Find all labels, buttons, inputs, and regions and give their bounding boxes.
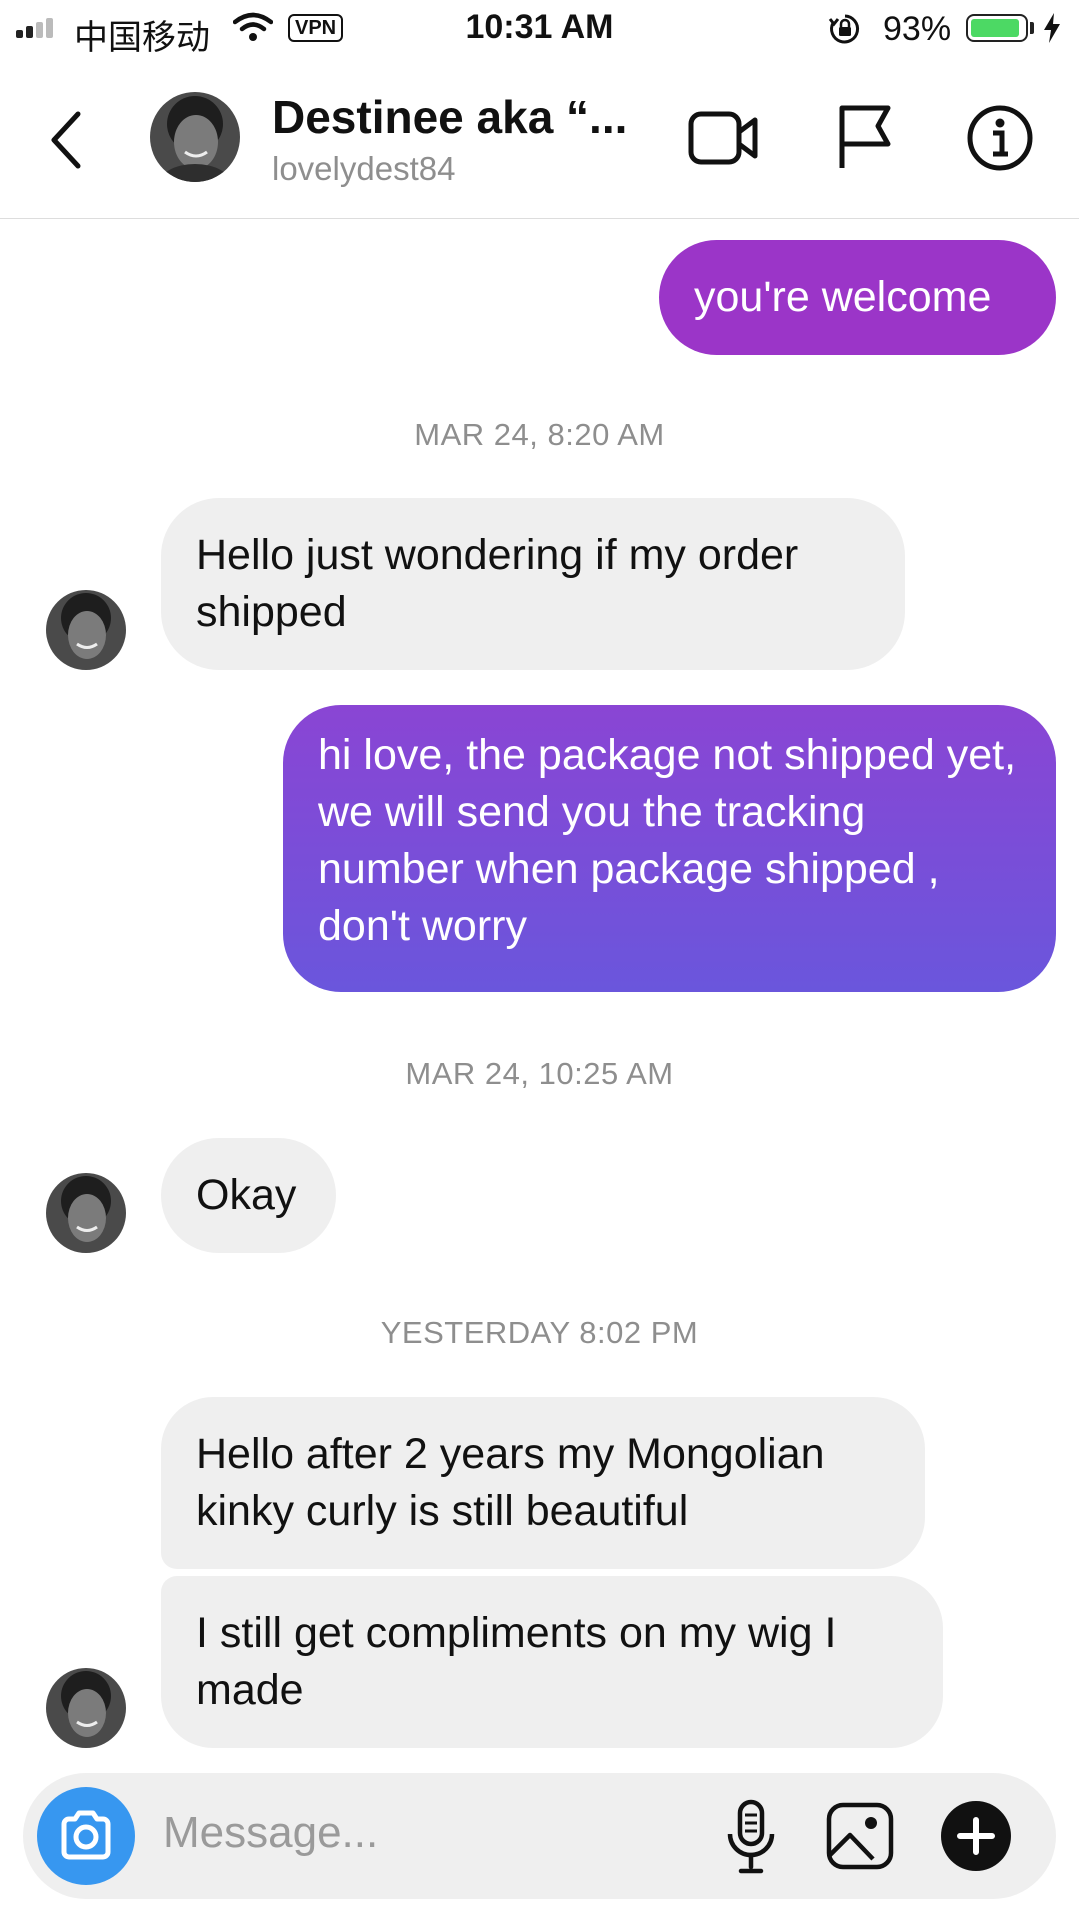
flag-icon[interactable] (836, 104, 896, 170)
outgoing-message[interactable]: you're welcome (659, 240, 1056, 355)
plus-icon (957, 1817, 995, 1855)
timestamp: YESTERDAY 8:02 PM (380, 1315, 699, 1350)
status-bar: 中国移动 VPN 10:31 AM 93% (0, 0, 1079, 58)
battery-tip (1030, 22, 1034, 34)
incoming-message[interactable]: Hello after 2 years my Mongolian kinky c… (161, 1397, 925, 1569)
sender-avatar[interactable] (46, 1668, 126, 1748)
contact-username[interactable]: lovelydest84 (272, 150, 455, 188)
incoming-message[interactable]: Okay (161, 1138, 336, 1253)
battery-icon (966, 14, 1028, 42)
microphone-icon[interactable] (725, 1799, 777, 1875)
message-input[interactable]: Message... (163, 1808, 378, 1858)
info-icon[interactable] (966, 104, 1034, 172)
battery-percentage: 93% (883, 10, 952, 48)
back-icon[interactable] (48, 110, 84, 170)
incoming-message[interactable]: Hello just wondering if my order shipped (161, 498, 905, 670)
message-composer[interactable]: Message... (23, 1773, 1056, 1899)
contact-avatar[interactable] (150, 92, 240, 182)
sender-avatar[interactable] (46, 590, 126, 670)
timestamp: MAR 24, 10:25 AM (405, 1056, 674, 1091)
rotation-lock-icon (828, 14, 860, 44)
camera-button[interactable] (37, 1787, 135, 1885)
gallery-icon[interactable] (825, 1801, 895, 1871)
charging-bolt-icon (1044, 13, 1060, 43)
plus-button[interactable] (941, 1801, 1011, 1871)
incoming-message[interactable]: I still get compliments on my wig I made (161, 1576, 943, 1748)
timestamp: MAR 24, 8:20 AM (414, 417, 665, 452)
chat-header: Destinee aka “... lovelydest84 (0, 58, 1079, 219)
sender-avatar[interactable] (46, 1173, 126, 1253)
video-call-icon[interactable] (688, 108, 760, 168)
outgoing-message[interactable]: hi love, the package not shipped yet, we… (283, 705, 1056, 992)
camera-icon (61, 1810, 111, 1860)
contact-name[interactable]: Destinee aka “... (272, 90, 627, 144)
